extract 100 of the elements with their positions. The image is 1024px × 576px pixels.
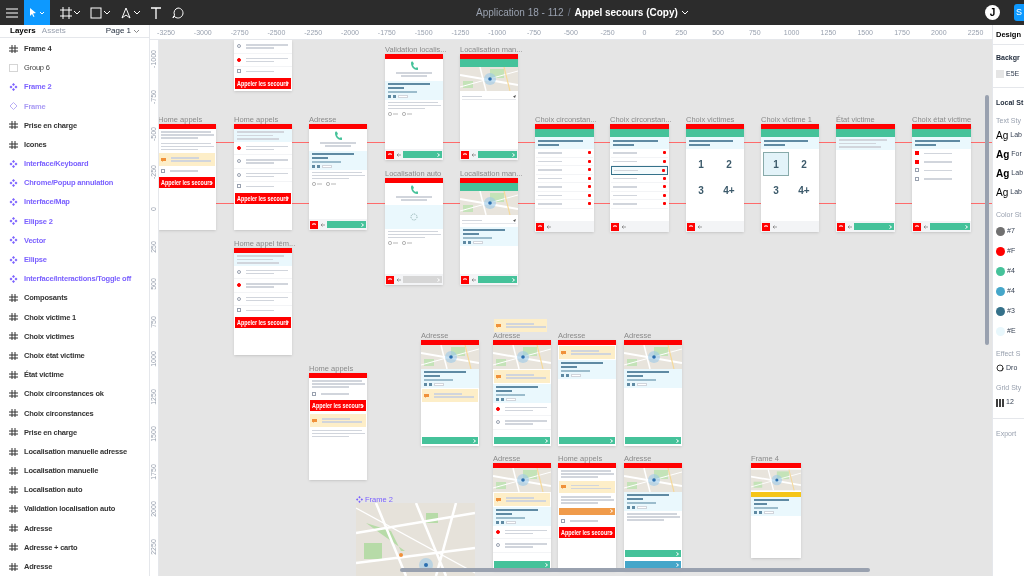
radio-option-icon[interactable] <box>388 241 398 245</box>
checkbox[interactable] <box>237 308 241 313</box>
hang-up-icon[interactable] <box>687 222 695 231</box>
text-lines-drawing <box>161 131 214 139</box>
frame-tool-icon[interactable] <box>60 6 72 19</box>
search-field[interactable] <box>462 94 516 100</box>
menu-icon[interactable] <box>6 7 18 18</box>
action-button[interactable] <box>478 151 517 158</box>
hang-up-icon[interactable] <box>762 222 770 231</box>
radio-button[interactable] <box>237 57 241 62</box>
chevron-icon <box>676 438 679 443</box>
back-arrow-icon[interactable] <box>320 222 325 227</box>
rectangle-tool-icon[interactable] <box>90 6 102 19</box>
text-lines-drawing <box>505 529 547 534</box>
chevron-icon <box>361 222 364 227</box>
scrollbar[interactable] <box>400 568 870 572</box>
text-lines-drawing <box>505 420 547 425</box>
back-arrow-icon[interactable] <box>847 224 852 229</box>
text-lines-drawing <box>312 429 365 437</box>
radio-button[interactable] <box>237 44 241 49</box>
component-icon <box>9 159 18 168</box>
comment-tool-icon[interactable] <box>172 6 184 19</box>
radio-option-icon[interactable] <box>402 241 412 245</box>
radio-option-icon[interactable] <box>312 182 322 186</box>
number-option[interactable]: 2 <box>791 152 817 176</box>
radio-option-icon[interactable] <box>388 112 398 116</box>
text-lines-drawing <box>506 323 546 328</box>
hang-up-icon[interactable] <box>386 150 394 159</box>
chevron-icon <box>965 224 968 229</box>
checkbox[interactable] <box>915 151 919 156</box>
number-option[interactable]: 1 <box>763 152 789 176</box>
back-arrow-icon[interactable] <box>396 277 401 282</box>
move-tool-icon[interactable] <box>29 7 45 18</box>
back-arrow-icon[interactable] <box>396 152 401 157</box>
page-title[interactable]: Appel secours (Copy) <box>574 5 678 20</box>
operator-banner <box>460 59 518 67</box>
number-option[interactable]: 3 <box>763 178 789 202</box>
text-lines-drawing <box>246 269 288 274</box>
checkbox[interactable] <box>237 69 241 74</box>
hang-up-icon[interactable] <box>461 275 469 284</box>
back-arrow-icon[interactable] <box>697 224 702 229</box>
pen-tool-icon[interactable] <box>120 6 132 19</box>
component-icon <box>9 274 18 283</box>
back-arrow-icon[interactable] <box>546 224 551 229</box>
checkbox[interactable] <box>161 168 165 173</box>
radio-button[interactable] <box>496 529 500 534</box>
radio-button[interactable] <box>496 543 500 548</box>
text-lines-drawing <box>246 283 288 288</box>
back-arrow-icon[interactable] <box>772 224 777 229</box>
file-name[interactable]: Application 18 - 112 <box>476 5 564 20</box>
hang-up-icon[interactable] <box>837 222 845 231</box>
number-option[interactable]: 3 <box>688 178 714 202</box>
operator-banner <box>610 129 669 137</box>
hang-up-icon[interactable] <box>913 222 921 231</box>
hang-up-icon[interactable] <box>386 275 394 284</box>
action-button[interactable] <box>478 276 517 283</box>
radio-button[interactable] <box>237 159 241 164</box>
action-button[interactable] <box>327 221 366 228</box>
back-arrow-icon[interactable] <box>471 152 476 157</box>
number-option[interactable]: 4+ <box>791 178 817 202</box>
back-arrow-icon[interactable] <box>621 224 626 229</box>
checkbox[interactable] <box>915 176 919 181</box>
app-header-bar <box>234 124 292 129</box>
action-button[interactable] <box>854 223 894 230</box>
radio-option-icon[interactable] <box>326 182 336 186</box>
number-option[interactable]: 2 <box>716 152 742 176</box>
search-field[interactable] <box>462 218 516 224</box>
choice-row[interactable] <box>611 166 668 175</box>
hang-up-icon[interactable] <box>310 220 318 229</box>
radio-option-icon[interactable] <box>402 112 412 116</box>
radio-button[interactable] <box>237 283 241 288</box>
action-button[interactable] <box>930 223 970 230</box>
checkbox[interactable] <box>915 159 919 164</box>
text-lines-drawing <box>170 170 198 172</box>
radio-button[interactable] <box>496 420 500 425</box>
number-option[interactable]: 4+ <box>716 178 742 202</box>
hang-up-icon[interactable] <box>536 222 544 231</box>
action-button[interactable] <box>403 151 442 158</box>
back-arrow-icon[interactable] <box>471 277 476 282</box>
chevron-icon <box>545 562 548 567</box>
text-tool-icon[interactable] <box>150 6 162 19</box>
action-button[interactable] <box>559 507 615 515</box>
checkbox[interactable] <box>561 518 565 523</box>
back-arrow-icon[interactable] <box>923 224 928 229</box>
page-selector[interactable]: Page 1 <box>105 25 131 37</box>
checkbox[interactable] <box>312 391 316 396</box>
number-option[interactable]: 1 <box>688 152 714 176</box>
scrollbar[interactable] <box>985 95 989 345</box>
panel-tab[interactable]: Layers <box>10 25 36 37</box>
hang-up-icon[interactable] <box>611 222 619 231</box>
radio-button[interactable] <box>237 145 241 150</box>
checkbox[interactable] <box>915 168 919 173</box>
avatar[interactable]: J <box>985 5 1000 20</box>
radio-button[interactable] <box>237 296 241 301</box>
checkbox[interactable] <box>237 184 241 189</box>
chat-bubble-icon <box>496 373 501 379</box>
radio-button[interactable] <box>496 406 500 411</box>
radio-button[interactable] <box>237 172 241 177</box>
radio-button[interactable] <box>237 269 241 274</box>
hang-up-icon[interactable] <box>461 150 469 159</box>
